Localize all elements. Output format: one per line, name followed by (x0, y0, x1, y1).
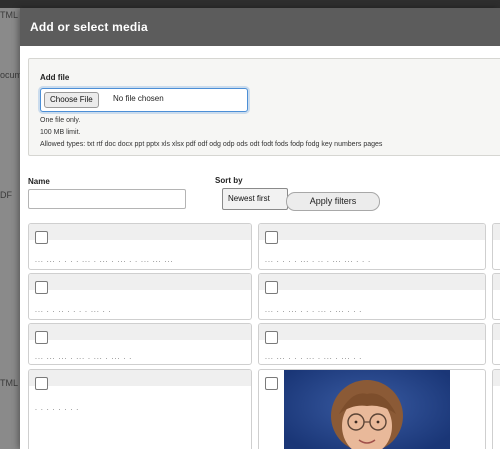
apply-filters-label: Apply filters (309, 196, 357, 206)
background-top-bar (0, 0, 500, 8)
media-item-checkbox[interactable] (265, 231, 278, 244)
media-item-name: . . . . . . . . (35, 405, 80, 412)
media-item-checkbox[interactable] (265, 377, 278, 390)
media-item[interactable] (492, 323, 500, 365)
media-item-name: ... . . .. . . . . ... . . (35, 307, 112, 314)
media-item[interactable]: ... . . . . ... . .. . ... ... . . . (258, 223, 486, 270)
sort-by-select[interactable]: Newest first (222, 188, 288, 210)
sort-by-label: Sort by (215, 176, 243, 185)
media-item-checkbox[interactable] (35, 231, 48, 244)
add-file-label: Add file (40, 73, 70, 82)
portrait-thumbnail (284, 370, 450, 449)
media-item-checkbox[interactable] (35, 377, 48, 390)
media-item-checkbox[interactable] (265, 281, 278, 294)
media-item[interactable]: ... . . ... . . . ... . ... . . . (258, 273, 486, 320)
media-item[interactable] (492, 223, 500, 270)
media-item[interactable]: ... . . .. . . . . ... . . (28, 273, 252, 320)
dialog-body: Add file Choose File No file chosen One … (20, 46, 500, 449)
name-filter-label: Name (28, 177, 50, 186)
media-item[interactable] (492, 369, 500, 449)
media-item-name: ... . . ... . . . ... . ... . . . (265, 307, 363, 314)
media-item-name: ... ... . . . . ... . ... . ... . . ... … (35, 257, 174, 264)
media-item[interactable]: . . . . . . . . (28, 369, 252, 449)
allowed-types-text: Allowed types: txt rtf doc docx ppt pptx… (40, 141, 383, 148)
media-item[interactable]: ... ... . . . ... . ... . ... . . (258, 323, 486, 365)
choose-file-button[interactable]: Choose File (44, 92, 99, 108)
dialog-title: Add or select media (30, 20, 148, 34)
file-input[interactable]: Choose File No file chosen (40, 88, 248, 112)
sort-by-value: Newest first (228, 194, 270, 203)
media-item-checkbox[interactable] (265, 331, 278, 344)
media-item[interactable]: ... ... ... . ... . ... . ... . . (28, 323, 252, 365)
file-size-text: 100 MB limit. (40, 129, 81, 136)
no-file-chosen-text: No file chosen (113, 94, 164, 103)
media-item-name: ... ... . . . ... . ... . ... . . (265, 354, 363, 361)
media-item-checkbox[interactable] (35, 281, 48, 294)
media-item[interactable]: ... ... . . . . ... . ... . ... . . ... … (28, 223, 252, 270)
media-item-name: ... . . . . ... . .. . ... ... . . . (265, 257, 372, 264)
apply-filters-button[interactable]: Apply filters (286, 192, 380, 211)
media-library-dialog: Add or select media Add file Choose File… (20, 8, 500, 449)
dialog-header: Add or select media (20, 8, 500, 46)
add-file-section: Add file Choose File No file chosen One … (28, 58, 500, 156)
media-item-image[interactable] (258, 369, 486, 449)
media-item-checkbox[interactable] (35, 331, 48, 344)
name-filter-input[interactable] (28, 189, 186, 209)
media-item-name: ... ... ... . ... . ... . ... . . (35, 354, 133, 361)
file-limit-text: One file only. (40, 117, 81, 124)
media-item[interactable] (492, 273, 500, 320)
